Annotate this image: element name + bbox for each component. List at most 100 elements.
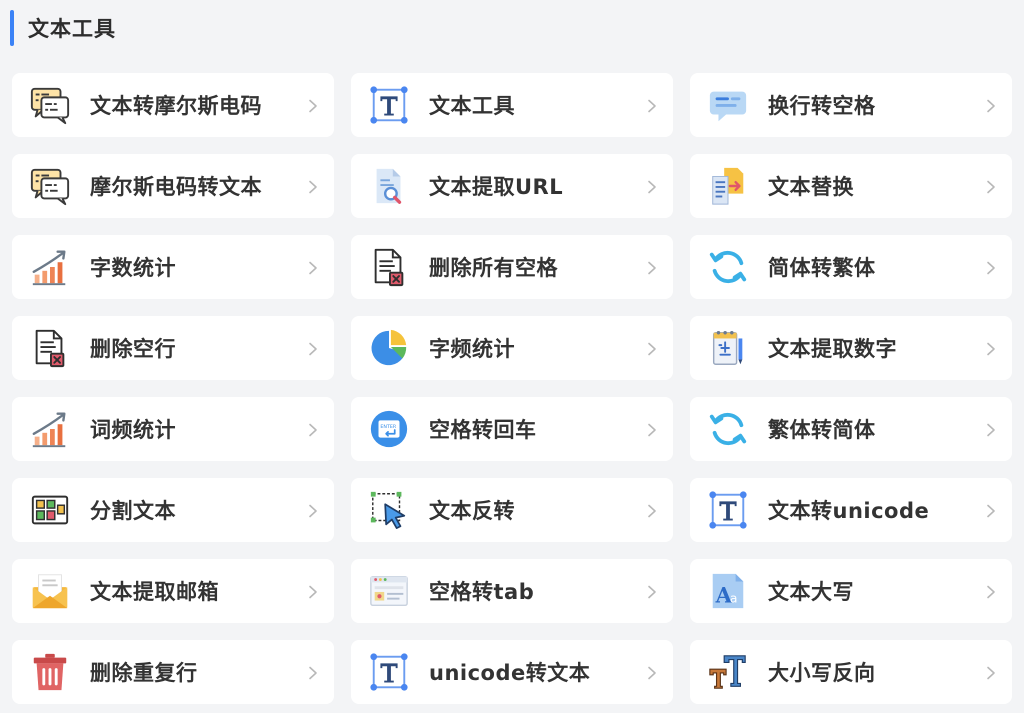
- chevron-right-icon: [984, 503, 998, 518]
- tool-label: 繁体转简体: [768, 418, 876, 442]
- enter-key-icon: ENTER: [367, 407, 411, 451]
- tool-label: 摩尔斯电码转文本: [90, 175, 262, 199]
- tool-label: 词频统计: [90, 418, 176, 442]
- tool-label: 字数统计: [90, 256, 176, 280]
- svg-text:a: a: [730, 590, 738, 605]
- tool-card-2[interactable]: 文本工具: [351, 73, 673, 137]
- tool-card-23[interactable]: unicode转文本: [351, 640, 673, 704]
- pie-chart-icon: [367, 326, 411, 370]
- chevron-right-icon: [645, 503, 659, 518]
- tool-card-21[interactable]: Aa 文本大写: [690, 559, 1012, 623]
- text-t-icon: [367, 83, 411, 127]
- document-replace-icon: [706, 164, 750, 208]
- tool-card-4[interactable]: 摩尔斯电码转文本: [12, 154, 334, 218]
- tool-card-5[interactable]: 文本提取URL: [351, 154, 673, 218]
- chevron-right-icon: [645, 260, 659, 275]
- tool-label: 文本大写: [768, 580, 854, 604]
- chevron-right-icon: [645, 584, 659, 599]
- tool-label: 文本提取邮箱: [90, 580, 219, 604]
- text-t-icon: [706, 488, 750, 532]
- tool-card-8[interactable]: 删除所有空格: [351, 235, 673, 299]
- chevron-right-icon: [984, 98, 998, 113]
- tool-label: unicode转文本: [429, 661, 591, 685]
- chevron-right-icon: [984, 422, 998, 437]
- chevron-right-icon: [645, 179, 659, 194]
- tool-card-15[interactable]: 繁体转简体: [690, 397, 1012, 461]
- chevron-right-icon: [645, 422, 659, 437]
- tool-label: 文本替换: [768, 175, 854, 199]
- tool-card-16[interactable]: 分割文本: [12, 478, 334, 542]
- document-delete-icon: [28, 326, 72, 370]
- tool-card-18[interactable]: 文本转unicode: [690, 478, 1012, 542]
- tool-card-20[interactable]: 空格转tab: [351, 559, 673, 623]
- tool-label: 空格转tab: [429, 580, 535, 604]
- tool-label: 简体转繁体: [768, 256, 876, 280]
- tool-label: 删除空行: [90, 337, 176, 361]
- tool-label: 大小写反向: [768, 661, 876, 685]
- document-search-icon: [367, 164, 411, 208]
- tool-card-9[interactable]: 简体转繁体: [690, 235, 1012, 299]
- chevron-right-icon: [306, 341, 320, 356]
- tool-label: 删除重复行: [90, 661, 198, 685]
- envelope-letter-icon: [28, 569, 72, 613]
- section-title: 文本工具: [28, 17, 116, 41]
- tool-label: 换行转空格: [768, 94, 876, 118]
- notepad-pen-icon: [706, 326, 750, 370]
- tool-label: 文本提取数字: [768, 337, 897, 361]
- tool-card-14[interactable]: ENTER 空格转回车: [351, 397, 673, 461]
- tool-label: 字频统计: [429, 337, 515, 361]
- tool-card-11[interactable]: 字频统计: [351, 316, 673, 380]
- tool-label: 空格转回车: [429, 418, 537, 442]
- tool-card-10[interactable]: 删除空行: [12, 316, 334, 380]
- tool-label: 文本反转: [429, 499, 515, 523]
- chevron-right-icon: [984, 260, 998, 275]
- tool-card-13[interactable]: 词频统计: [12, 397, 334, 461]
- bar-chart-growth-icon: [28, 407, 72, 451]
- trash-bin-icon: [28, 650, 72, 694]
- browser-window-icon: [367, 569, 411, 613]
- chevron-right-icon: [306, 503, 320, 518]
- tool-card-22[interactable]: 删除重复行: [12, 640, 334, 704]
- morse-chat-icon: [28, 164, 72, 208]
- section-header: 文本工具: [10, 8, 116, 48]
- font-aa-icon: Aa: [706, 569, 750, 613]
- tool-card-3[interactable]: 换行转空格: [690, 73, 1012, 137]
- tool-label: 文本提取URL: [429, 175, 564, 199]
- tool-card-6[interactable]: 文本替换: [690, 154, 1012, 218]
- bar-chart-growth-icon: [28, 245, 72, 289]
- tool-card-12[interactable]: 文本提取数字: [690, 316, 1012, 380]
- chevron-right-icon: [306, 179, 320, 194]
- morse-chat-icon: [28, 83, 72, 127]
- tool-label: 文本转摩尔斯电码: [90, 94, 262, 118]
- font-tt-icon: [706, 650, 750, 694]
- chevron-right-icon: [306, 422, 320, 437]
- refresh-cycle-icon: [706, 407, 750, 451]
- tool-card-7[interactable]: 字数统计: [12, 235, 334, 299]
- tool-card-24[interactable]: 大小写反向: [690, 640, 1012, 704]
- chevron-right-icon: [645, 98, 659, 113]
- chevron-right-icon: [984, 665, 998, 680]
- chevron-right-icon: [645, 341, 659, 356]
- chevron-right-icon: [306, 584, 320, 599]
- cursor-selection-icon: [367, 488, 411, 532]
- tool-grid: 文本转摩尔斯电码 文本工具 换行转空格摩尔斯电码转文本 文本提取URL 文本替换字数统计…: [12, 73, 1012, 704]
- tool-label: 删除所有空格: [429, 256, 558, 280]
- chevron-right-icon: [645, 665, 659, 680]
- tool-label: 分割文本: [90, 499, 176, 523]
- chevron-right-icon: [306, 98, 320, 113]
- refresh-cycle-icon: [706, 245, 750, 289]
- text-t-icon: [367, 650, 411, 694]
- section-accent-bar: [10, 10, 14, 46]
- tool-card-19[interactable]: 文本提取邮箱: [12, 559, 334, 623]
- tool-label: 文本转unicode: [768, 499, 930, 523]
- tool-card-17[interactable]: 文本反转: [351, 478, 673, 542]
- chevron-right-icon: [984, 341, 998, 356]
- chevron-right-icon: [306, 665, 320, 680]
- chevron-right-icon: [984, 584, 998, 599]
- message-lines-icon: [706, 83, 750, 127]
- split-blocks-icon: [28, 488, 72, 532]
- chevron-right-icon: [984, 179, 998, 194]
- svg-text:ENTER: ENTER: [380, 424, 396, 430]
- tool-card-1[interactable]: 文本转摩尔斯电码: [12, 73, 334, 137]
- tool-label: 文本工具: [429, 94, 515, 118]
